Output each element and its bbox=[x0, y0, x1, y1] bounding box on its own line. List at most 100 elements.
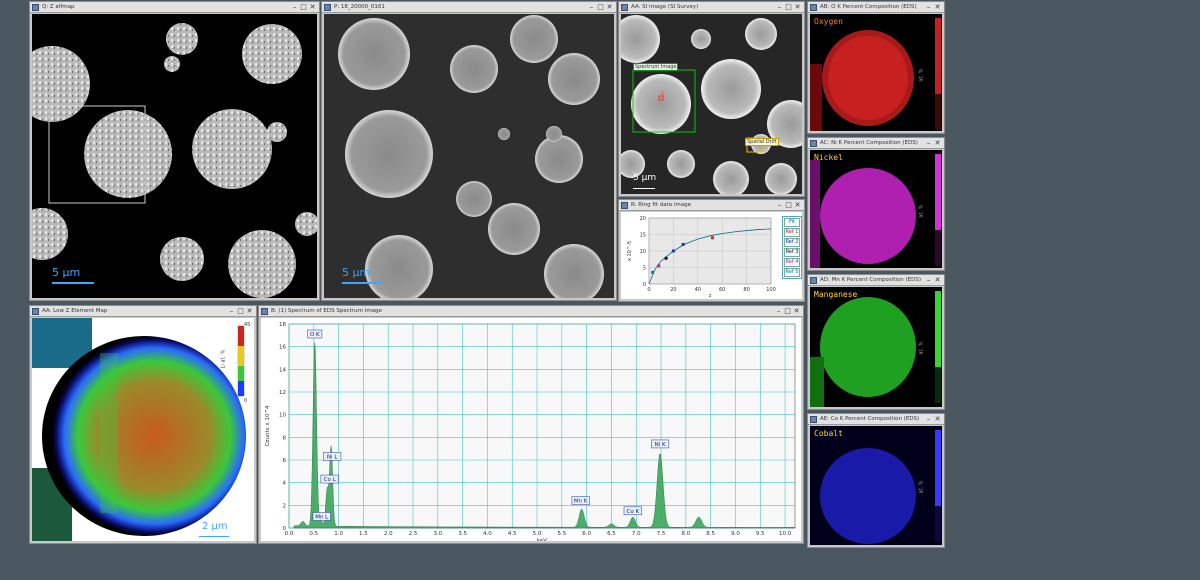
qmap-titlebar[interactable]: Q: Z elfmap – □ ✕ bbox=[30, 2, 319, 13]
haadf-titlebar[interactable]: P: 18_20000_0161 – □ ✕ bbox=[322, 2, 616, 13]
fit-window[interactable]: R: Ring fit data image – □ ✕ 0 20 40 60 80 10… bbox=[618, 199, 805, 302]
spectrum-plot[interactable]: 0.0 0.5 1.0 1.5 2.0 2.5 3.0 3.5 4.0 4.5 5.0 5.5 6.0 6… bbox=[261, 318, 801, 541]
haadf-window[interactable]: P: 18_20000_0161 – □ ✕ 5 µm bbox=[321, 1, 617, 301]
x-tick-label: 6.5 bbox=[607, 531, 616, 537]
survey-window[interactable]: AA: SI image (SI Survey) – □ ✕ Spectrum … bbox=[618, 1, 805, 197]
legend-item[interactable]: Ref 5 bbox=[784, 268, 800, 277]
spectrum-titlebar[interactable]: B: (1) Spectrum of EDS Spectrum Image – … bbox=[259, 306, 803, 317]
y-tick-label: 14 bbox=[279, 367, 286, 373]
point-marker-label: 1 bbox=[661, 91, 665, 97]
qmap-window[interactable]: Q: Z elfmap – □ ✕ 5 µm bbox=[29, 1, 320, 301]
spectrum-window[interactable]: B: (1) Spectrum of EDS Spectrum Image – … bbox=[258, 305, 804, 544]
scale-label: 5 µm bbox=[633, 173, 657, 183]
maximize-icon[interactable]: □ bbox=[299, 3, 308, 12]
legend-item[interactable]: Ref 3 bbox=[784, 248, 800, 257]
legend-item[interactable]: Fit bbox=[784, 218, 800, 227]
y-tick-label: 12 bbox=[279, 390, 286, 396]
maximize-icon[interactable]: □ bbox=[784, 3, 793, 12]
data-point bbox=[664, 256, 668, 260]
scale-bar bbox=[199, 536, 229, 537]
minimize-icon[interactable]: – bbox=[924, 139, 933, 148]
image-icon bbox=[810, 415, 817, 423]
oxygen-window[interactable]: AB: O K Percent Composition (EDS) – ✕ Ox… bbox=[807, 1, 945, 134]
minimize-icon[interactable]: – bbox=[924, 276, 933, 285]
legend-item[interactable]: Ref 4 bbox=[784, 258, 800, 267]
manganese-titlebar[interactable]: AD: Mn K Percent Composition (EDS) – ✕ bbox=[808, 275, 944, 286]
qmap-image[interactable]: 5 µm bbox=[32, 14, 317, 298]
minimize-icon[interactable]: – bbox=[775, 3, 784, 12]
close-icon[interactable]: ✕ bbox=[933, 415, 942, 424]
minimize-icon[interactable]: – bbox=[587, 3, 596, 12]
minimize-icon[interactable]: – bbox=[924, 3, 933, 12]
x-tick-label: 3.5 bbox=[458, 531, 467, 537]
close-icon[interactable]: ✕ bbox=[933, 3, 942, 12]
maximize-icon[interactable]: □ bbox=[784, 201, 793, 210]
lowz-window[interactable]: AA: Low Z Element Map – □ ✕ 45 0 Li at. … bbox=[29, 305, 257, 544]
image-icon bbox=[810, 139, 817, 147]
close-icon[interactable]: ✕ bbox=[792, 307, 801, 316]
minimize-icon[interactable]: – bbox=[924, 415, 933, 424]
close-icon[interactable]: ✕ bbox=[793, 3, 802, 12]
minimize-icon[interactable]: – bbox=[775, 201, 784, 210]
cobalt-titlebar[interactable]: AE: Co K Percent Composition (EDS) – ✕ bbox=[808, 414, 944, 425]
haadf-image[interactable]: 5 µm bbox=[324, 14, 614, 298]
lowz-image[interactable]: 45 0 Li at. % 2 µm bbox=[32, 318, 254, 541]
x-tick-label: 60 bbox=[719, 287, 725, 293]
oxygen-map[interactable]: Oxygen at. % bbox=[810, 14, 942, 131]
x-tick-label: 5.0 bbox=[533, 531, 542, 537]
minimize-icon[interactable]: – bbox=[227, 307, 236, 316]
close-icon[interactable]: ✕ bbox=[793, 201, 802, 210]
survey-image[interactable]: Spectrum Image Spatial Drift 1 5 µm bbox=[621, 14, 802, 194]
peak-label: Mn L bbox=[315, 514, 329, 520]
window-title: P: 18_20000_0161 bbox=[334, 4, 385, 10]
lowz-titlebar[interactable]: AA: Low Z Element Map – □ ✕ bbox=[30, 306, 256, 317]
legend-item[interactable]: Ref 1 bbox=[784, 228, 800, 237]
x-tick-label: 7.5 bbox=[657, 531, 666, 537]
nickel-window[interactable]: AC: Ni K Percent Composition (EDS) – ✕ N… bbox=[807, 137, 945, 271]
close-icon[interactable]: ✕ bbox=[308, 3, 317, 12]
peak-label: Ni K bbox=[655, 442, 666, 448]
fit-plot[interactable]: 0 20 40 60 80 100 0 5 10 15 20 z x 10^-5 Fit Ref 1 Ref… bbox=[621, 212, 802, 299]
window-title: AA: SI image (SI Survey) bbox=[631, 4, 699, 10]
element-label: Cobalt bbox=[814, 429, 843, 438]
colorbar-min-label: 0 bbox=[244, 398, 248, 404]
haadf-particles bbox=[338, 15, 604, 298]
legend-item[interactable]: Ref 2 bbox=[784, 238, 800, 247]
maximize-icon[interactable]: □ bbox=[596, 3, 605, 12]
maximize-icon[interactable]: □ bbox=[236, 307, 245, 316]
survey-titlebar[interactable]: AA: SI image (SI Survey) – □ ✕ bbox=[619, 2, 804, 13]
peak-label: Co L bbox=[324, 477, 337, 483]
manganese-map[interactable]: Manganese at. % bbox=[810, 287, 942, 407]
minimize-icon[interactable]: – bbox=[290, 3, 299, 12]
x-tick-label: 2.0 bbox=[384, 531, 393, 537]
close-icon[interactable]: ✕ bbox=[245, 307, 254, 316]
nickel-titlebar[interactable]: AC: Ni K Percent Composition (EDS) – ✕ bbox=[808, 138, 944, 149]
close-icon[interactable]: ✕ bbox=[605, 3, 614, 12]
data-point bbox=[651, 270, 655, 274]
image-icon bbox=[32, 307, 39, 315]
fit-titlebar[interactable]: R: Ring fit data image – □ ✕ bbox=[619, 200, 804, 211]
x-tick-label: 7.0 bbox=[632, 531, 641, 537]
y-tick-label: 2 bbox=[283, 503, 287, 509]
scale-label: 5 µm bbox=[342, 266, 371, 279]
close-icon[interactable]: ✕ bbox=[933, 276, 942, 285]
cobalt-map[interactable]: Cobalt at. % bbox=[810, 426, 942, 545]
window-title: AA: Low Z Element Map bbox=[42, 308, 108, 314]
x-tick-label: 1.0 bbox=[334, 531, 343, 537]
minimize-icon[interactable]: – bbox=[774, 307, 783, 316]
manganese-window[interactable]: AD: Mn K Percent Composition (EDS) – ✕ M… bbox=[807, 274, 945, 410]
close-icon[interactable]: ✕ bbox=[933, 139, 942, 148]
survey-particles bbox=[621, 15, 802, 194]
oxygen-titlebar[interactable]: AB: O K Percent Composition (EDS) – ✕ bbox=[808, 2, 944, 13]
x-tick-label: 20 bbox=[670, 287, 676, 293]
x-tick-label: 9.5 bbox=[756, 531, 765, 537]
peak-label: Co K bbox=[627, 509, 640, 515]
y-tick-label: 16 bbox=[279, 345, 286, 351]
maximize-icon[interactable]: □ bbox=[783, 307, 792, 316]
scale-bar bbox=[633, 188, 655, 189]
data-point bbox=[681, 242, 685, 246]
nickel-map[interactable]: Nickel at. % bbox=[810, 150, 942, 268]
cobalt-window[interactable]: AE: Co K Percent Composition (EDS) – ✕ C… bbox=[807, 413, 945, 548]
peak-label: O K bbox=[310, 332, 320, 338]
window-title: B: (1) Spectrum of EDS Spectrum Image bbox=[271, 308, 382, 314]
